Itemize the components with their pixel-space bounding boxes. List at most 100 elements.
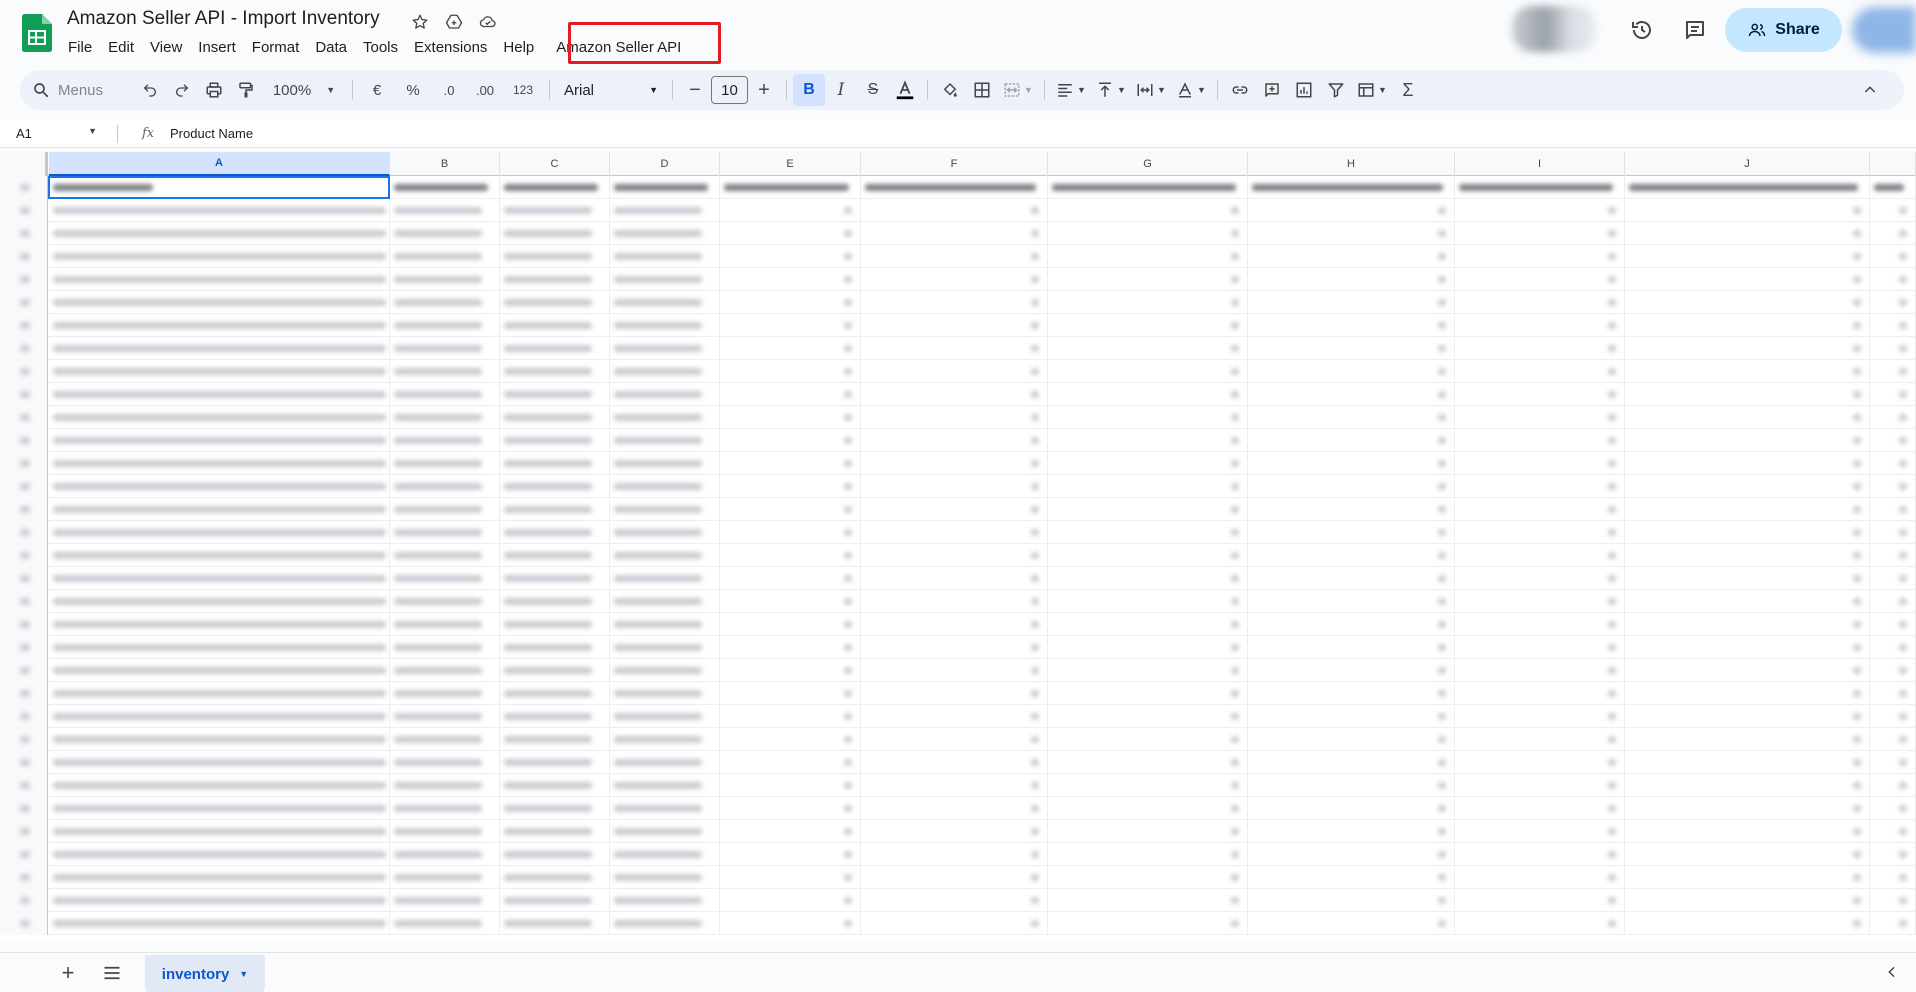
grid-cell[interactable] [500, 659, 610, 682]
grid-cell[interactable] [1048, 682, 1248, 705]
grid-cell[interactable] [861, 659, 1048, 682]
grid-cell[interactable] [1870, 682, 1916, 705]
grid-cell[interactable] [1455, 452, 1625, 475]
grid-cell[interactable] [500, 429, 610, 452]
grid-cell[interactable] [500, 705, 610, 728]
grid-cell[interactable] [49, 222, 390, 245]
grid-cell[interactable] [390, 291, 500, 314]
more-formats-button[interactable]: 123 [503, 76, 543, 104]
column-header-b[interactable]: B [390, 152, 500, 176]
row-number[interactable] [0, 475, 48, 498]
grid-cell[interactable] [861, 843, 1048, 866]
grid-cell[interactable] [1870, 567, 1916, 590]
grid-cell[interactable] [500, 199, 610, 222]
grid-cell[interactable] [610, 452, 720, 475]
grid-cell[interactable] [1625, 590, 1870, 613]
grid-cell[interactable] [610, 751, 720, 774]
grid-cell[interactable] [500, 797, 610, 820]
grid-cell[interactable] [610, 406, 720, 429]
grid-cell[interactable] [1870, 866, 1916, 889]
grid-cell[interactable] [1625, 291, 1870, 314]
row-number[interactable] [0, 176, 48, 199]
grid-cell[interactable] [610, 613, 720, 636]
grid-cell[interactable] [1625, 337, 1870, 360]
grid-cell[interactable] [390, 751, 500, 774]
grid-cell[interactable] [49, 797, 390, 820]
grid-cell[interactable] [1625, 682, 1870, 705]
decrease-decimal-button[interactable]: .0 [431, 76, 467, 104]
row-number[interactable] [0, 567, 48, 590]
grid-cell[interactable] [861, 429, 1048, 452]
insert-chart-button[interactable] [1288, 76, 1320, 104]
grid-cell[interactable] [720, 774, 861, 797]
grid-cell[interactable] [1048, 613, 1248, 636]
grid-cell[interactable] [500, 268, 610, 291]
grid-cell[interactable] [861, 774, 1048, 797]
grid-cell[interactable] [1248, 705, 1455, 728]
grid-cell[interactable] [1870, 268, 1916, 291]
functions-button[interactable]: Σ [1392, 76, 1424, 104]
row-number[interactable] [0, 498, 48, 521]
grid-cell[interactable] [49, 521, 390, 544]
grid-cell[interactable] [1248, 291, 1455, 314]
grid-cell[interactable] [500, 889, 610, 912]
strikethrough-button[interactable]: S [857, 76, 889, 104]
grid-cell[interactable] [1048, 291, 1248, 314]
grid-cell[interactable] [720, 728, 861, 751]
row-number[interactable] [0, 452, 48, 475]
percent-format-button[interactable]: % [395, 76, 431, 104]
grid-cell[interactable] [49, 613, 390, 636]
grid-cell[interactable] [1248, 820, 1455, 843]
grid-cell[interactable] [610, 222, 720, 245]
grid-cell[interactable] [1625, 820, 1870, 843]
grid-cell[interactable] [500, 291, 610, 314]
grid-cell[interactable] [1625, 383, 1870, 406]
grid-cell[interactable] [720, 797, 861, 820]
grid-cell[interactable] [1870, 452, 1916, 475]
row-number[interactable] [0, 751, 48, 774]
grid-cell[interactable] [500, 728, 610, 751]
grid-cell[interactable] [1048, 498, 1248, 521]
row-number[interactable] [0, 406, 48, 429]
redo-button[interactable] [166, 76, 198, 104]
row-number[interactable] [0, 613, 48, 636]
row-number[interactable] [0, 521, 48, 544]
grid-cell[interactable] [1455, 659, 1625, 682]
grid-cell[interactable] [1048, 360, 1248, 383]
grid-cell[interactable] [1248, 889, 1455, 912]
grid-cell[interactable] [720, 521, 861, 544]
grid-cell[interactable] [1455, 475, 1625, 498]
column-header-e[interactable]: E [720, 152, 861, 176]
grid-cell[interactable] [1248, 498, 1455, 521]
grid-cell[interactable] [500, 383, 610, 406]
row-number[interactable] [0, 774, 48, 797]
grid-cell[interactable] [861, 567, 1048, 590]
grid-cell[interactable] [1625, 245, 1870, 268]
grid-cell[interactable] [861, 360, 1048, 383]
grid-cell[interactable] [1248, 314, 1455, 337]
grid-cell[interactable] [1455, 337, 1625, 360]
grid-cell[interactable] [1048, 567, 1248, 590]
menu-help[interactable]: Help [495, 36, 542, 58]
grid-cell[interactable] [500, 843, 610, 866]
grid-cell[interactable] [49, 383, 390, 406]
comments-button[interactable] [1679, 14, 1711, 46]
grid-cell[interactable] [1248, 751, 1455, 774]
grid-cell[interactable] [720, 682, 861, 705]
grid-cell[interactable] [1625, 475, 1870, 498]
grid-cell[interactable] [49, 544, 390, 567]
grid-cell[interactable] [1455, 843, 1625, 866]
grid-cell[interactable] [720, 314, 861, 337]
grid-cell[interactable] [500, 337, 610, 360]
grid-cell[interactable] [1248, 797, 1455, 820]
grid-cell[interactable] [610, 590, 720, 613]
grid-cell[interactable] [861, 590, 1048, 613]
grid-cell[interactable] [1455, 889, 1625, 912]
grid-cell[interactable] [1455, 613, 1625, 636]
menu-amazon-seller-api[interactable]: Amazon Seller API [548, 36, 689, 58]
grid-cell[interactable] [1870, 659, 1916, 682]
grid-cell[interactable] [1625, 659, 1870, 682]
grid-cell[interactable] [1248, 268, 1455, 291]
text-color-button[interactable] [889, 76, 921, 104]
grid-cell[interactable] [720, 659, 861, 682]
